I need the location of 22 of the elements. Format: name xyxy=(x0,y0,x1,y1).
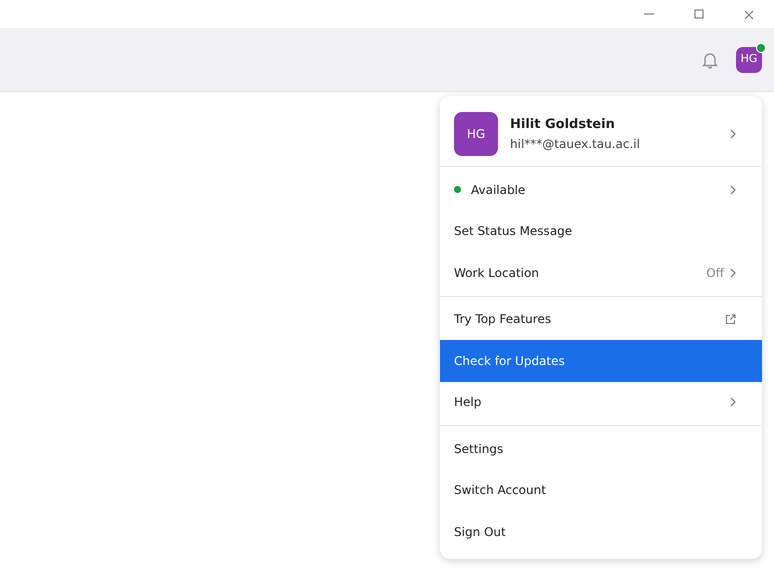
external-link-icon xyxy=(725,314,736,325)
chevron-right-icon xyxy=(730,184,736,195)
menu-item[interactable]: Try Top Features xyxy=(440,298,762,340)
close-icon[interactable] xyxy=(742,8,756,20)
menu-item[interactable]: Set Status Message xyxy=(440,210,762,252)
bell-icon[interactable] xyxy=(702,50,718,68)
profile-name: Hilit Goldstein xyxy=(510,116,616,134)
menu-value: Off xyxy=(706,264,724,282)
maximize-icon[interactable] xyxy=(692,8,706,20)
menu-item[interactable]: Check for Updates xyxy=(440,340,762,382)
menu-item[interactable]: Settings xyxy=(440,428,762,470)
menu-item[interactable]: Available xyxy=(440,169,762,210)
profile-avatar: HG xyxy=(454,112,498,156)
chevron-right-icon xyxy=(730,268,736,278)
menu-item[interactable]: Switch Account xyxy=(440,470,762,511)
menu-item[interactable]: Work Location Off xyxy=(440,252,762,294)
chevron-right-icon xyxy=(730,397,736,408)
profile-email: hil***@tauex.tau.ac.il xyxy=(510,136,641,153)
menu-item[interactable]: Sign Out xyxy=(440,511,762,552)
profile-item[interactable]: HG Hilit Goldstein hil***@tauex.tau.ac.il xyxy=(440,104,762,164)
menu-item[interactable]: Help xyxy=(440,382,762,423)
chevron-right-icon xyxy=(730,129,736,139)
